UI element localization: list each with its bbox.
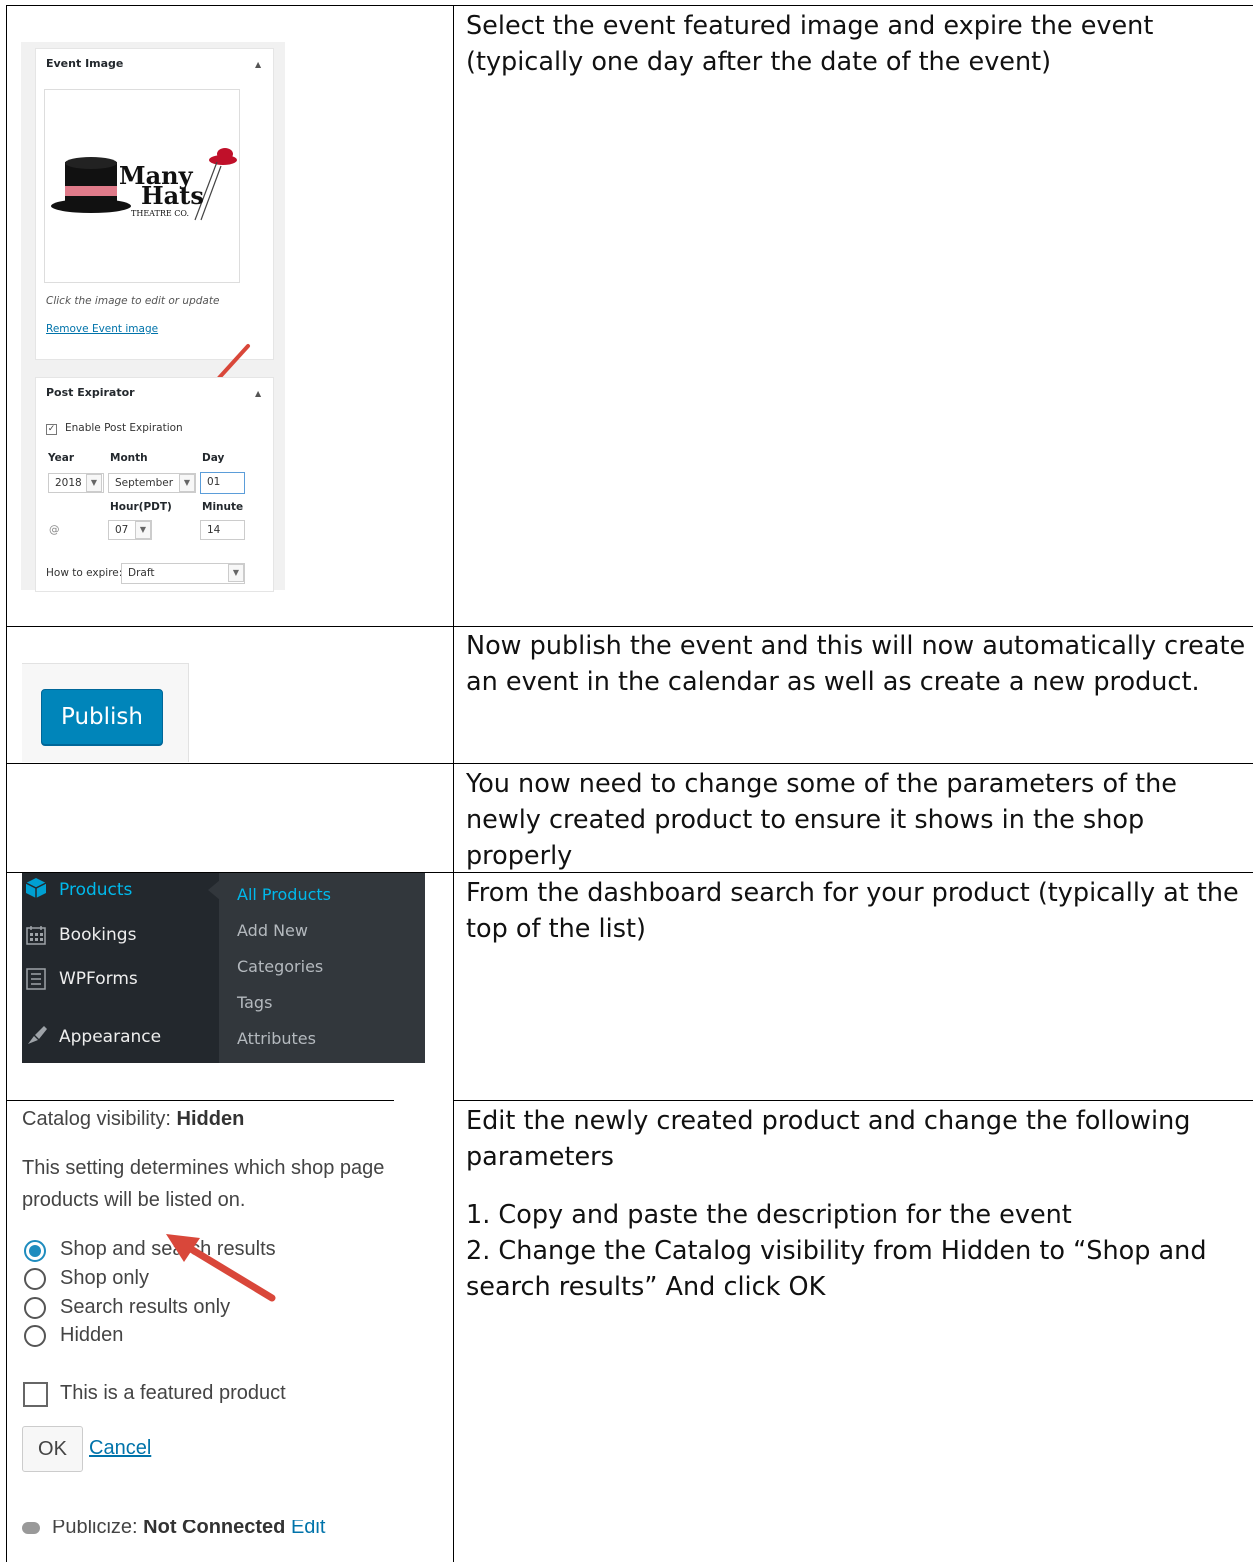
- remove-event-image-link[interactable]: Remove Event image: [46, 323, 158, 335]
- day-label: Day: [202, 452, 225, 464]
- instruction-text: 1. Copy and paste the description for th…: [466, 1200, 1072, 1230]
- row-4-instruction: From the dashboard search for your produ…: [466, 875, 1246, 947]
- event-image-title: Event Image: [46, 57, 124, 70]
- forms-icon: [26, 968, 46, 990]
- instruction-text: Edit the newly created product and chang…: [466, 1106, 1191, 1172]
- row-divider: [6, 1100, 394, 1101]
- radio-shop-and-search[interactable]: [24, 1240, 46, 1262]
- enable-expiration-checkbox[interactable]: ✓: [46, 424, 57, 435]
- hour-label: Hour(PDT): [110, 501, 172, 513]
- radio-hidden[interactable]: [24, 1325, 46, 1347]
- catalog-description: This setting determines which shop page: [22, 1157, 385, 1179]
- month-label: Month: [110, 452, 148, 464]
- many-hats-logo-icon: Many Hats THEATRE CO.: [51, 148, 237, 221]
- year-value: 2018: [55, 477, 82, 489]
- minute-input[interactable]: 14: [200, 520, 245, 540]
- featured-product-checkbox[interactable]: [23, 1382, 48, 1407]
- submenu-tags[interactable]: Tags: [237, 993, 272, 1012]
- submenu-categories[interactable]: Categories: [237, 957, 323, 976]
- publicize-row: Publicize: Not Connected Edit: [22, 1520, 442, 1534]
- instruction-text: Select the event featured image and expi…: [466, 11, 1154, 77]
- event-image-preview[interactable]: Many Hats THEATRE CO.: [44, 89, 240, 283]
- catalog-visibility-value: Hidden: [176, 1108, 245, 1130]
- menu-item-bookings[interactable]: Bookings: [59, 925, 136, 945]
- chevron-down-icon[interactable]: ▼: [135, 521, 151, 539]
- option-label: Shop only: [60, 1267, 149, 1289]
- catalog-visibility-label: Catalog visibility:: [22, 1108, 171, 1130]
- publicize-edit-link[interactable]: Edit: [291, 1520, 325, 1534]
- publicize-value: Not Connected: [143, 1520, 286, 1534]
- row-divider: [6, 626, 1253, 627]
- submenu-attributes[interactable]: Attributes: [237, 1029, 316, 1048]
- hour-value: 07: [115, 524, 129, 536]
- row-divider: [6, 763, 1253, 764]
- featured-product-label: This is a featured product: [60, 1382, 286, 1404]
- products-icon: [25, 878, 47, 898]
- menu-item-products[interactable]: Products: [59, 880, 132, 900]
- year-label: Year: [48, 452, 75, 464]
- instruction-text: Now publish the event and this will now …: [466, 631, 1246, 697]
- table-border-top: [6, 5, 1253, 6]
- publish-button[interactable]: Publish: [41, 689, 163, 745]
- day-value: 01: [207, 476, 221, 488]
- enable-expiration-label: Enable Post Expiration: [65, 422, 183, 434]
- at-symbol: @: [49, 524, 60, 536]
- submenu-add-new[interactable]: Add New: [237, 921, 308, 940]
- row-3-instruction: You now need to change some of the param…: [466, 766, 1246, 874]
- how-to-expire-label: How to expire:: [46, 567, 123, 579]
- chevron-down-icon[interactable]: ▼: [179, 474, 195, 492]
- menu-item-wpforms[interactable]: WPForms: [59, 969, 138, 989]
- calendar-icon: [26, 926, 46, 945]
- collapse-caret-icon[interactable]: ▲: [255, 389, 261, 398]
- instruction-text: From the dashboard search for your produ…: [466, 878, 1239, 944]
- ok-button[interactable]: OK: [22, 1426, 83, 1472]
- how-to-expire-value: Draft: [128, 567, 155, 579]
- radio-shop-only[interactable]: [24, 1268, 46, 1290]
- option-label: Hidden: [60, 1324, 124, 1346]
- instruction-text: 2. Change the Catalog visibility from Hi…: [466, 1236, 1207, 1302]
- submenu-all-products[interactable]: All Products: [237, 885, 331, 904]
- share-icon: [22, 1521, 40, 1534]
- catalog-description: products will be listed on.: [22, 1189, 246, 1211]
- catalog-visibility: Catalog visibility: Hidden: [22, 1108, 244, 1131]
- instruction-text: You now need to change some of the param…: [466, 769, 1177, 871]
- how-to-expire-select[interactable]: Draft: [121, 563, 245, 584]
- publicize-label: Publicize:: [52, 1520, 138, 1534]
- minute-value: 14: [207, 524, 221, 536]
- radio-search-results-only[interactable]: [24, 1297, 46, 1319]
- logo-text: Hats: [141, 181, 204, 210]
- minute-label: Minute: [202, 501, 244, 513]
- post-expirator-title: Post Expirator: [46, 386, 135, 399]
- day-input[interactable]: 01: [200, 472, 245, 494]
- image-hint: Click the image to edit or update: [46, 295, 220, 307]
- collapse-caret-icon[interactable]: ▲: [255, 60, 261, 69]
- row-1-instruction: Select the event featured image and expi…: [466, 8, 1246, 80]
- menu-item-appearance[interactable]: Appearance: [59, 1027, 161, 1047]
- row-2-instruction: Now publish the event and this will now …: [466, 628, 1246, 700]
- month-value: September: [115, 477, 174, 489]
- instruction-spacer: [466, 1175, 1246, 1197]
- logo-text: THEATRE CO.: [131, 209, 189, 218]
- chevron-down-icon[interactable]: ▼: [86, 474, 102, 492]
- column-divider: [453, 5, 454, 1562]
- row-5-instruction: Edit the newly created product and chang…: [466, 1103, 1246, 1305]
- red-arrow-icon: [166, 1234, 276, 1302]
- row-divider: [453, 1100, 1253, 1101]
- submenu-pointer-icon: [208, 880, 220, 900]
- table-border-left: [6, 5, 7, 1562]
- cancel-link[interactable]: Cancel: [89, 1437, 151, 1460]
- chevron-down-icon[interactable]: ▼: [228, 564, 244, 582]
- paintbrush-icon: [28, 1026, 47, 1044]
